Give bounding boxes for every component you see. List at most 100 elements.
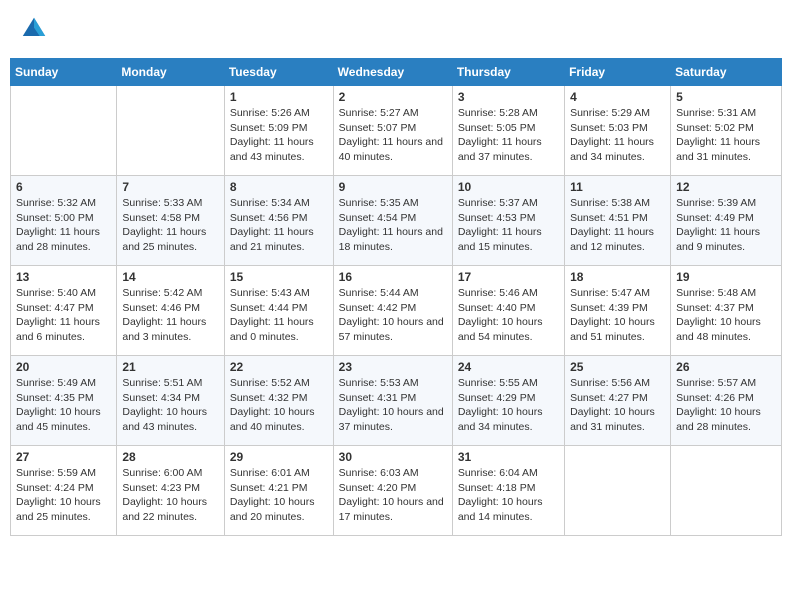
day-info: Sunrise: 5:53 AM Sunset: 4:31 PM Dayligh… <box>339 376 447 435</box>
day-number: 30 <box>339 450 447 464</box>
sunset-label: Sunset: 5:03 PM <box>570 122 648 134</box>
day-info: Sunrise: 5:40 AM Sunset: 4:47 PM Dayligh… <box>16 286 111 345</box>
calendar-week-row: 20 Sunrise: 5:49 AM Sunset: 4:35 PM Dayl… <box>11 356 782 446</box>
logo <box>20 15 52 43</box>
day-number: 16 <box>339 270 447 284</box>
sunset-label: Sunset: 4:42 PM <box>339 302 417 314</box>
day-number: 13 <box>16 270 111 284</box>
sunset-label: Sunset: 5:00 PM <box>16 212 94 224</box>
daylight-label: Daylight: 11 hours and 40 minutes. <box>339 136 443 163</box>
sunrise-label: Sunrise: 5:28 AM <box>458 107 538 119</box>
daylight-label: Daylight: 10 hours and 14 minutes. <box>458 496 543 523</box>
day-number: 15 <box>230 270 328 284</box>
sunset-label: Sunset: 5:02 PM <box>676 122 754 134</box>
sunrise-label: Sunrise: 5:56 AM <box>570 377 650 389</box>
day-number: 29 <box>230 450 328 464</box>
daylight-label: Daylight: 11 hours and 18 minutes. <box>339 226 443 253</box>
sunrise-label: Sunrise: 5:40 AM <box>16 287 96 299</box>
daylight-label: Daylight: 10 hours and 57 minutes. <box>339 316 444 343</box>
calendar-cell: 18 Sunrise: 5:47 AM Sunset: 4:39 PM Dayl… <box>565 266 671 356</box>
day-number: 19 <box>676 270 776 284</box>
logo-icon <box>20 15 48 43</box>
sunset-label: Sunset: 4:34 PM <box>122 392 200 404</box>
weekday-header-row: SundayMondayTuesdayWednesdayThursdayFrid… <box>11 59 782 86</box>
day-number: 21 <box>122 360 218 374</box>
calendar-cell: 3 Sunrise: 5:28 AM Sunset: 5:05 PM Dayli… <box>452 86 564 176</box>
day-number: 10 <box>458 180 559 194</box>
day-info: Sunrise: 6:04 AM Sunset: 4:18 PM Dayligh… <box>458 466 559 525</box>
day-info: Sunrise: 5:27 AM Sunset: 5:07 PM Dayligh… <box>339 106 447 165</box>
calendar-cell <box>11 86 117 176</box>
day-number: 20 <box>16 360 111 374</box>
daylight-label: Daylight: 11 hours and 15 minutes. <box>458 226 542 253</box>
day-info: Sunrise: 5:37 AM Sunset: 4:53 PM Dayligh… <box>458 196 559 255</box>
sunrise-label: Sunrise: 5:37 AM <box>458 197 538 209</box>
day-info: Sunrise: 5:56 AM Sunset: 4:27 PM Dayligh… <box>570 376 665 435</box>
sunset-label: Sunset: 4:49 PM <box>676 212 754 224</box>
sunset-label: Sunset: 4:44 PM <box>230 302 308 314</box>
day-number: 5 <box>676 90 776 104</box>
weekday-header-friday: Friday <box>565 59 671 86</box>
sunrise-label: Sunrise: 5:35 AM <box>339 197 419 209</box>
calendar-cell: 6 Sunrise: 5:32 AM Sunset: 5:00 PM Dayli… <box>11 176 117 266</box>
sunrise-label: Sunrise: 5:55 AM <box>458 377 538 389</box>
sunrise-label: Sunrise: 6:03 AM <box>339 467 419 479</box>
day-info: Sunrise: 5:38 AM Sunset: 4:51 PM Dayligh… <box>570 196 665 255</box>
day-info: Sunrise: 5:55 AM Sunset: 4:29 PM Dayligh… <box>458 376 559 435</box>
day-number: 11 <box>570 180 665 194</box>
day-number: 12 <box>676 180 776 194</box>
daylight-label: Daylight: 10 hours and 20 minutes. <box>230 496 315 523</box>
calendar-week-row: 1 Sunrise: 5:26 AM Sunset: 5:09 PM Dayli… <box>11 86 782 176</box>
calendar-cell: 7 Sunrise: 5:33 AM Sunset: 4:58 PM Dayli… <box>117 176 224 266</box>
day-info: Sunrise: 5:44 AM Sunset: 4:42 PM Dayligh… <box>339 286 447 345</box>
day-info: Sunrise: 5:29 AM Sunset: 5:03 PM Dayligh… <box>570 106 665 165</box>
daylight-label: Daylight: 11 hours and 37 minutes. <box>458 136 542 163</box>
weekday-header-wednesday: Wednesday <box>333 59 452 86</box>
day-info: Sunrise: 5:35 AM Sunset: 4:54 PM Dayligh… <box>339 196 447 255</box>
day-number: 9 <box>339 180 447 194</box>
day-info: Sunrise: 5:46 AM Sunset: 4:40 PM Dayligh… <box>458 286 559 345</box>
page-header <box>10 10 782 48</box>
sunset-label: Sunset: 4:26 PM <box>676 392 754 404</box>
calendar-cell: 19 Sunrise: 5:48 AM Sunset: 4:37 PM Dayl… <box>671 266 782 356</box>
day-info: Sunrise: 5:59 AM Sunset: 4:24 PM Dayligh… <box>16 466 111 525</box>
sunset-label: Sunset: 4:29 PM <box>458 392 536 404</box>
calendar-cell: 5 Sunrise: 5:31 AM Sunset: 5:02 PM Dayli… <box>671 86 782 176</box>
daylight-label: Daylight: 11 hours and 21 minutes. <box>230 226 314 253</box>
sunset-label: Sunset: 4:27 PM <box>570 392 648 404</box>
sunset-label: Sunset: 4:40 PM <box>458 302 536 314</box>
calendar-cell: 31 Sunrise: 6:04 AM Sunset: 4:18 PM Dayl… <box>452 446 564 536</box>
day-info: Sunrise: 6:01 AM Sunset: 4:21 PM Dayligh… <box>230 466 328 525</box>
day-info: Sunrise: 5:34 AM Sunset: 4:56 PM Dayligh… <box>230 196 328 255</box>
calendar-cell: 11 Sunrise: 5:38 AM Sunset: 4:51 PM Dayl… <box>565 176 671 266</box>
day-number: 22 <box>230 360 328 374</box>
day-number: 25 <box>570 360 665 374</box>
daylight-label: Daylight: 11 hours and 28 minutes. <box>16 226 100 253</box>
day-info: Sunrise: 5:31 AM Sunset: 5:02 PM Dayligh… <box>676 106 776 165</box>
day-info: Sunrise: 6:00 AM Sunset: 4:23 PM Dayligh… <box>122 466 218 525</box>
calendar-cell: 15 Sunrise: 5:43 AM Sunset: 4:44 PM Dayl… <box>224 266 333 356</box>
day-info: Sunrise: 6:03 AM Sunset: 4:20 PM Dayligh… <box>339 466 447 525</box>
calendar-cell: 20 Sunrise: 5:49 AM Sunset: 4:35 PM Dayl… <box>11 356 117 446</box>
day-info: Sunrise: 5:39 AM Sunset: 4:49 PM Dayligh… <box>676 196 776 255</box>
day-info: Sunrise: 5:57 AM Sunset: 4:26 PM Dayligh… <box>676 376 776 435</box>
daylight-label: Daylight: 10 hours and 17 minutes. <box>339 496 444 523</box>
day-number: 2 <box>339 90 447 104</box>
sunrise-label: Sunrise: 6:00 AM <box>122 467 202 479</box>
sunset-label: Sunset: 4:32 PM <box>230 392 308 404</box>
sunset-label: Sunset: 4:51 PM <box>570 212 648 224</box>
day-info: Sunrise: 5:42 AM Sunset: 4:46 PM Dayligh… <box>122 286 218 345</box>
sunset-label: Sunset: 4:31 PM <box>339 392 417 404</box>
weekday-header-sunday: Sunday <box>11 59 117 86</box>
calendar-cell: 21 Sunrise: 5:51 AM Sunset: 4:34 PM Dayl… <box>117 356 224 446</box>
calendar-cell: 1 Sunrise: 5:26 AM Sunset: 5:09 PM Dayli… <box>224 86 333 176</box>
sunrise-label: Sunrise: 5:44 AM <box>339 287 419 299</box>
calendar-cell: 10 Sunrise: 5:37 AM Sunset: 4:53 PM Dayl… <box>452 176 564 266</box>
sunset-label: Sunset: 4:37 PM <box>676 302 754 314</box>
sunrise-label: Sunrise: 5:59 AM <box>16 467 96 479</box>
daylight-label: Daylight: 11 hours and 3 minutes. <box>122 316 206 343</box>
day-info: Sunrise: 5:47 AM Sunset: 4:39 PM Dayligh… <box>570 286 665 345</box>
sunrise-label: Sunrise: 6:04 AM <box>458 467 538 479</box>
sunset-label: Sunset: 4:20 PM <box>339 482 417 494</box>
calendar-cell: 4 Sunrise: 5:29 AM Sunset: 5:03 PM Dayli… <box>565 86 671 176</box>
